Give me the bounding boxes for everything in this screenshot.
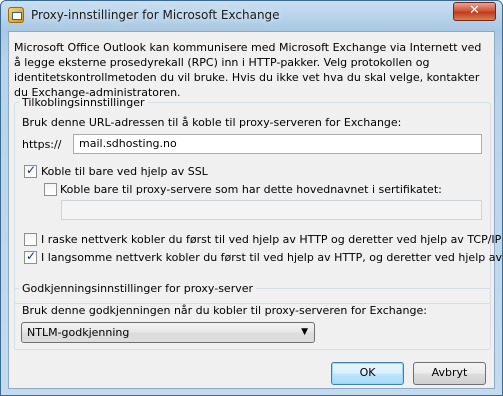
auth-method-select[interactable]: NTLM-godkjenning ▼ xyxy=(21,322,315,343)
outlook-app-icon xyxy=(8,7,24,23)
auth-settings-legend: Godkjenningsinnstillinger for proxy-serv… xyxy=(22,282,254,295)
close-button[interactable]: ✕ xyxy=(453,2,496,21)
fast-network-label[interactable]: I raske nettverk kobler du først til ved… xyxy=(41,233,501,246)
slow-network-checkbox[interactable] xyxy=(24,249,37,264)
ok-button[interactable]: OK xyxy=(331,362,404,385)
slow-network-label[interactable]: I langsomme nettverk kobler du først til… xyxy=(41,251,502,264)
window-title: Proxy-innstillinger for Microsoft Exchan… xyxy=(31,8,280,22)
ssl-only-label[interactable]: Koble til bare ved hjelp av SSL xyxy=(41,165,208,178)
intro-text: Microsoft Office Outlook kan kommunisere… xyxy=(14,41,482,99)
ssl-only-checkbox[interactable] xyxy=(24,163,37,178)
auth-method-label: Bruk denne godkjenningen når du kobler t… xyxy=(22,304,427,317)
principal-name-input[interactable] xyxy=(61,200,482,220)
principal-name-checkbox[interactable] xyxy=(44,183,57,196)
dropdown-arrow-icon: ▼ xyxy=(301,327,308,337)
fast-network-checkbox[interactable] xyxy=(24,233,37,246)
dialog-window: Proxy-innstillinger for Microsoft Exchan… xyxy=(0,0,503,396)
url-label: Bruk denne URL-adressen til å koble til … xyxy=(22,116,402,129)
auth-method-value: NTLM-godkjenning xyxy=(27,326,130,339)
connection-settings-legend: Tilkoblingsinnstillinger xyxy=(22,96,145,109)
close-icon: ✕ xyxy=(469,3,480,18)
url-input[interactable]: mail.sdhosting.no xyxy=(73,134,482,154)
cancel-button[interactable]: Avbryt xyxy=(413,362,486,385)
title-bar[interactable]: Proxy-innstillinger for Microsoft Exchan… xyxy=(1,1,502,31)
principal-name-label[interactable]: Koble bare til proxy-servere som har det… xyxy=(60,183,442,196)
url-prefix: https:// xyxy=(22,138,62,151)
dialog-body: Microsoft Office Outlook kan kommunisere… xyxy=(8,31,502,389)
